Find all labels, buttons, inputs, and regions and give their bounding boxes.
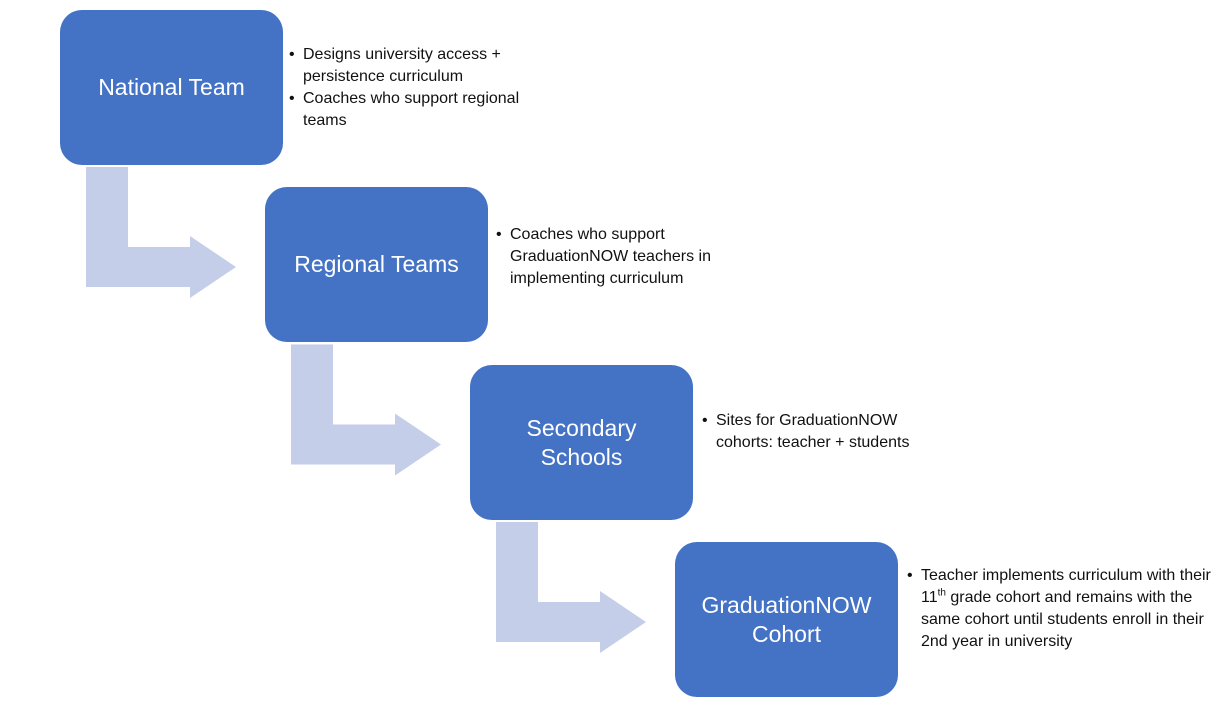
box-title: Secondary Schools: [526, 414, 637, 470]
note-item: Teacher implements curriculum with their…: [907, 565, 1211, 653]
note-item: Coaches who support regional teams: [289, 88, 543, 132]
bent-arrow-icon: [496, 522, 646, 653]
secondary-schools-notes: Sites for GraduationNOW cohorts: teacher…: [700, 410, 946, 454]
note-text: grade cohort and remains with the same c…: [921, 589, 1204, 650]
box-title: GraduationNOW Cohort: [701, 591, 872, 647]
graduationnow-cohort-box: GraduationNOW Cohort: [675, 542, 898, 697]
bent-arrow-icon: [291, 344, 441, 476]
note-item: Designs university access + persistence …: [289, 44, 543, 88]
graduationnow-cohort-notes: Teacher implements curriculum with their…: [905, 565, 1211, 653]
note-item: Coaches who support GraduationNOW teache…: [496, 224, 750, 290]
box-title: National Team: [98, 74, 245, 100]
regional-teams-box: Regional Teams: [265, 187, 488, 342]
secondary-schools-box: Secondary Schools: [470, 365, 693, 520]
bent-arrow-icon: [86, 167, 236, 298]
note-item: Sites for GraduationNOW cohorts: teacher…: [702, 410, 946, 454]
national-team-box: National Team: [60, 10, 283, 165]
national-team-notes: Designs university access + persistence …: [287, 44, 543, 132]
superscript: th: [937, 587, 946, 599]
regional-teams-notes: Coaches who support GraduationNOW teache…: [494, 224, 750, 290]
box-title: Regional Teams: [294, 251, 459, 277]
